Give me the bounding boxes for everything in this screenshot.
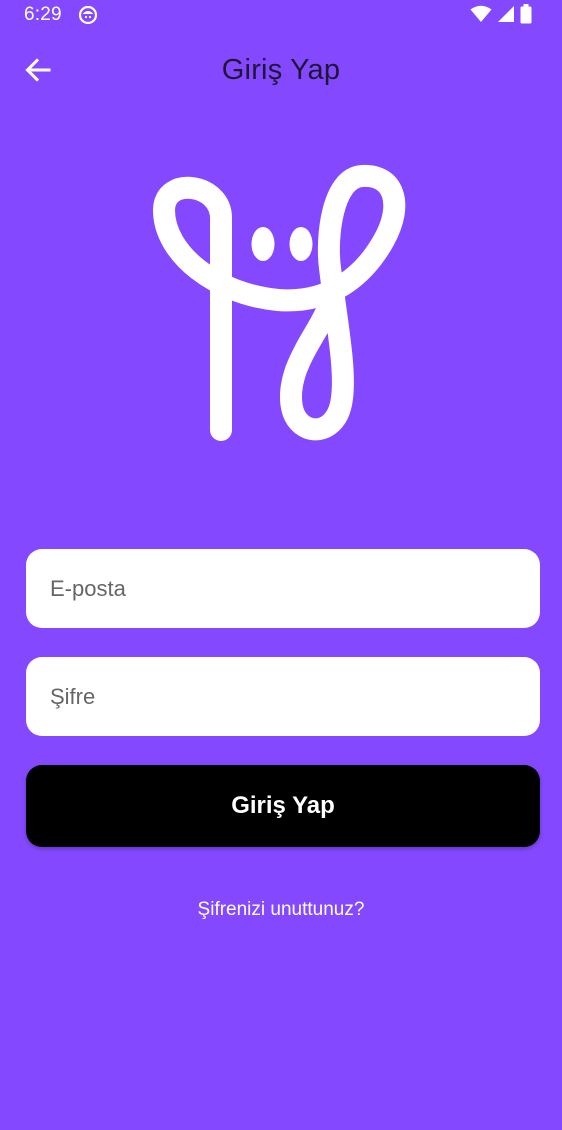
cell-signal-icon xyxy=(497,5,515,28)
status-icons xyxy=(470,4,532,29)
battery-icon xyxy=(520,4,532,29)
app-logo-icon xyxy=(146,158,418,448)
status-bar: 6:29 xyxy=(0,0,562,30)
wifi-icon xyxy=(470,5,492,28)
app-notification-icon xyxy=(78,5,98,30)
password-field[interactable] xyxy=(26,657,540,736)
forgot-password-link[interactable]: Şifrenizi unuttunuz? xyxy=(0,899,562,921)
page-title: Giriş Yap xyxy=(221,54,341,86)
status-time: 6:29 xyxy=(24,4,62,25)
app-bar: Giriş Yap xyxy=(0,40,562,104)
login-button[interactable]: Giriş Yap xyxy=(26,765,540,847)
email-field[interactable] xyxy=(26,549,540,628)
